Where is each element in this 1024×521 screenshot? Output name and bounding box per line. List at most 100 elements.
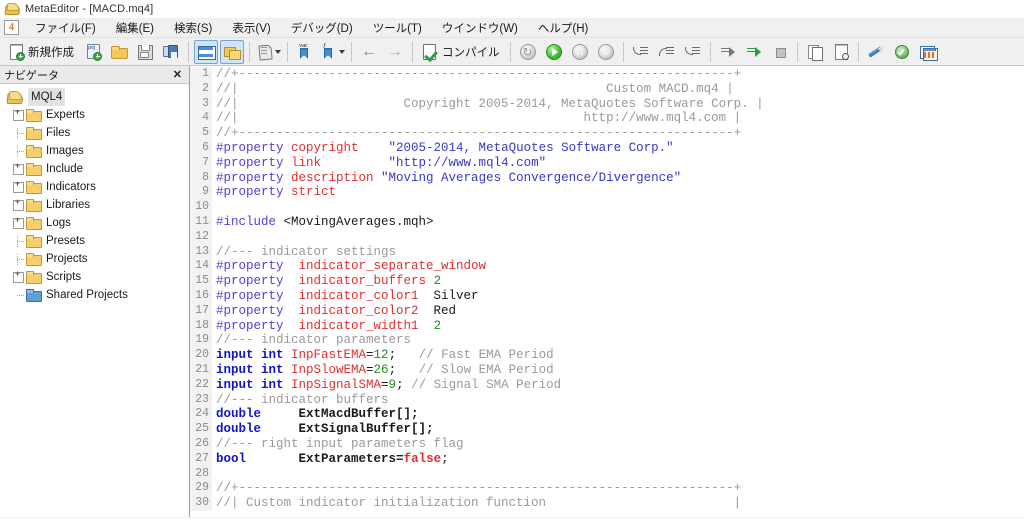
line-number: 30 [190,496,212,511]
sidebar-item-shared-projects[interactable]: Shared Projects [5,286,189,304]
sidebar-item-libraries[interactable]: Libraries [5,196,189,214]
menu-tools[interactable]: ツール(T) [363,18,432,38]
code-line[interactable]: 24 double ExtMacdBuffer[]; [190,407,1024,423]
code-line[interactable]: 11 #include <MovingAverages.mqh> [190,214,1024,230]
code-line[interactable]: 3 //| Copyright 2005-2014, MetaQuotes Sof… [190,96,1024,112]
code-line[interactable]: 16 #property indicator_color1 Silver [190,288,1024,304]
code-line[interactable]: 10 [190,200,1024,215]
expand-icon[interactable] [13,107,24,121]
sidebar-item-label: Shared Projects [46,289,128,301]
code-line[interactable]: 2 //| Custom MACD.mq4 | [190,81,1024,97]
code-line[interactable]: 18 #property indicator_width1 2 [190,318,1024,334]
menu-help[interactable]: ヘルプ(H) [528,18,598,38]
menu-window[interactable]: ウインドウ(W) [432,18,528,38]
validate-button[interactable] [890,40,914,64]
bookmark-variable-button[interactable]: var [293,40,317,64]
code-line[interactable]: 4 //| http://www.mql4.com | [190,111,1024,127]
sidebar-item-logs[interactable]: Logs [5,214,189,232]
code-line[interactable]: 22 input int InpSignalSMA=9; // Signal SM… [190,377,1024,393]
code-line[interactable]: 17 #property indicator_color2 Red [190,303,1024,319]
open-charts-button[interactable] [916,40,940,64]
style-formatter-button[interactable] [864,40,888,64]
sidebar-item-scripts[interactable]: Scripts [5,268,189,286]
properties-button[interactable] [255,40,282,64]
sidebar-item-presets[interactable]: Presets [5,232,189,250]
close-icon[interactable]: ✕ [170,68,185,81]
sidebar-item-include[interactable]: Include [5,160,189,178]
sidebar-item-indicators[interactable]: Indicators [5,178,189,196]
menu-search[interactable]: 検索(S) [164,18,222,38]
code-line[interactable]: 26 //--- right input parameters flag [190,436,1024,452]
menu-file[interactable]: ファイル(F) [25,18,106,38]
code-line[interactable]: 25 double ExtSignalBuffer[]; [190,422,1024,437]
navigate-back-button[interactable]: ← [357,40,381,64]
code-token: = [366,362,374,377]
code-line[interactable]: 29 //+-----------------------------------… [190,481,1024,497]
stop-debug-button[interactable] [594,40,618,64]
code-line[interactable]: 27 bool ExtParameters=false; [190,451,1024,467]
sidebar-item-experts[interactable]: Experts [5,106,189,124]
code-line[interactable]: 1 //+------------------------------------… [190,67,1024,82]
run-to-cursor-button[interactable] [716,40,740,64]
expand-icon[interactable] [13,197,24,211]
code-line[interactable]: 21 input int InpSlowEMA=26; // Slow EMA P… [190,362,1024,378]
chevron-down-icon[interactable] [339,49,345,54]
code-line[interactable]: 23 //--- indicator buffers [190,392,1024,408]
code-line[interactable]: 14 #property indicator_separate_window [190,259,1024,275]
copy-button[interactable] [803,40,827,64]
tree-root-mql4[interactable]: MQL4 [5,88,189,106]
save-all-button[interactable] [159,40,183,64]
expand-icon[interactable] [13,215,24,229]
code-line[interactable]: 28 [190,466,1024,482]
code-line[interactable]: 19 //--- indicator parameters [190,333,1024,349]
sidebar-item-projects[interactable]: Projects [5,250,189,268]
expand-icon[interactable] [13,179,24,193]
save-button[interactable] [133,40,157,64]
menu-edit[interactable]: 編集(E) [106,18,164,38]
toolbox-toggle-button[interactable] [220,39,244,64]
code-token: 2 [433,318,442,333]
save-all-icon [162,43,180,61]
code-editor[interactable]: 1 //+------------------------------------… [190,66,1024,517]
expand-icon[interactable] [13,269,24,283]
code-line[interactable]: 30 //| Custom indicator initialization fu… [190,496,1024,511]
new-document-button[interactable]: 新規作成 [4,40,79,64]
step-over-button[interactable] [655,40,679,64]
tree-line-icon [13,145,24,157]
compile-button[interactable]: コンパイル [418,40,505,64]
find-in-files-button[interactable] [829,40,853,64]
code-line[interactable]: 8 #property description "Moving Averages … [190,170,1024,186]
stop-script-button[interactable] [768,40,792,64]
navigator-toggle-button[interactable] [194,39,218,64]
run-profiling-button[interactable] [742,40,766,64]
pause-debug-button[interactable] [568,40,592,64]
restart-debug-button[interactable]: ↻ [516,40,540,64]
open-file-button[interactable] [107,40,131,64]
code-line[interactable]: 7 #property link "http://www.mql4.com" [190,155,1024,171]
code-line[interactable]: 9 #property strict [190,185,1024,201]
new-project-button[interactable] [81,40,105,64]
copy-icon [806,43,824,61]
code-line[interactable]: 6 #property copyright "2005-2014, MetaQuo… [190,140,1024,156]
line-number: 19 [190,333,212,349]
menu-view[interactable]: 表示(V) [222,18,280,38]
bookmark-function-button[interactable]: ƒ [319,40,346,64]
code-lines[interactable]: 1 //+------------------------------------… [190,66,1024,511]
code-text: //| http://www.mql4.com | [212,111,741,126]
start-debug-button[interactable] [542,40,566,64]
code-token: #include [216,214,284,229]
sidebar-item-images[interactable]: Images [5,142,189,160]
navigate-forward-button[interactable]: → [383,40,407,64]
code-line[interactable]: 5 //+------------------------------------… [190,126,1024,141]
step-into-button[interactable] [629,40,653,64]
sidebar-item-files[interactable]: Files [5,124,189,142]
code-line[interactable]: 15 #property indicator_buffers 2 [190,274,1024,289]
step-out-button[interactable] [681,40,705,64]
code-line[interactable]: 12 [190,229,1024,245]
code-text: #include <MovingAverages.mqh> [212,215,434,230]
expand-icon[interactable] [13,161,24,175]
chevron-down-icon[interactable] [275,49,281,54]
code-line[interactable]: 20 input int InpFastEMA=12; // Fast EMA P… [190,348,1024,363]
code-line[interactable]: 13 //--- indicator settings [190,244,1024,260]
menu-debug[interactable]: デバッグ(D) [281,18,363,38]
